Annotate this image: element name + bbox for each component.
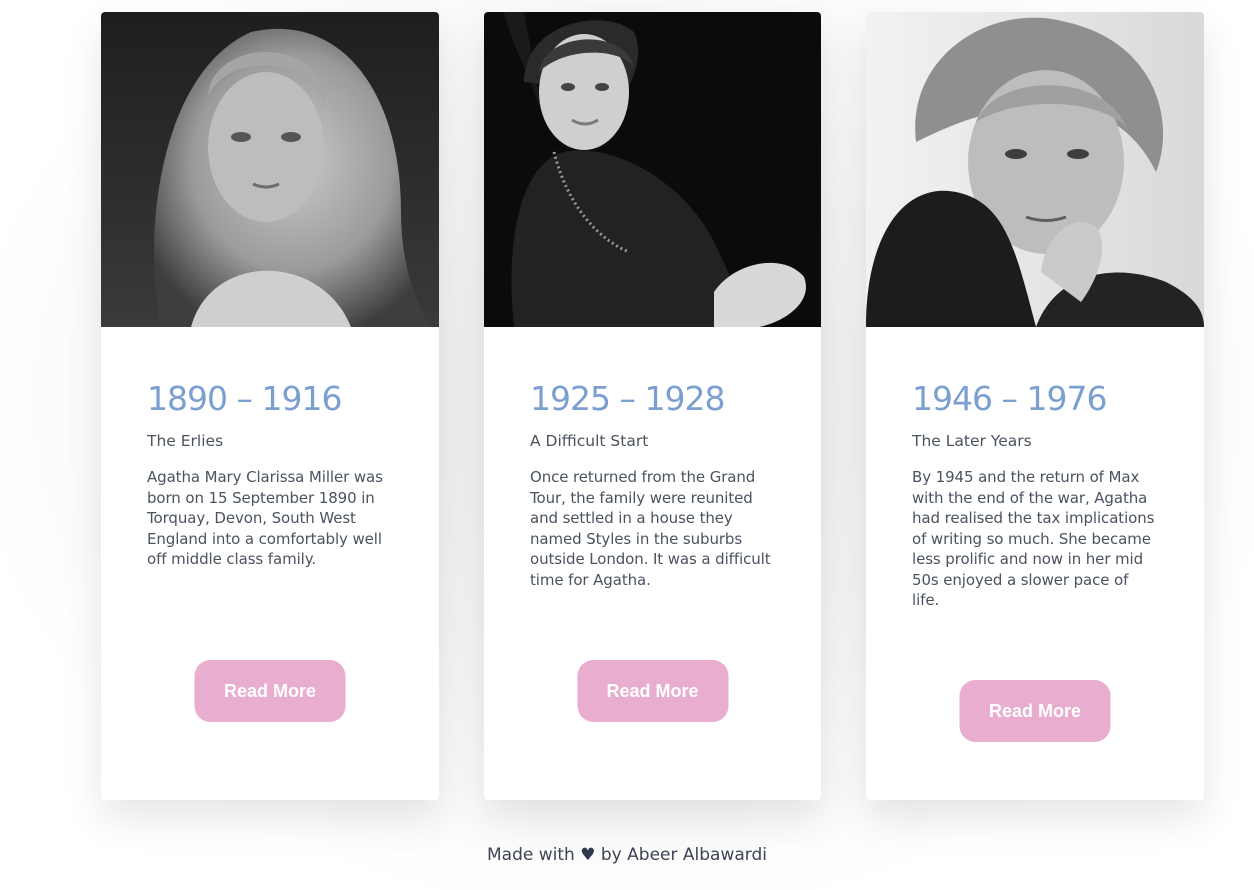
footer-prefix: Made with (487, 845, 575, 865)
timeline-card-1946: 1946 – 1976 The Later Years By 1945 and … (866, 12, 1204, 800)
read-more-button[interactable]: Read More (959, 680, 1111, 742)
card-description: By 1945 and the return of Max with the e… (912, 468, 1155, 609)
portrait-photo-young-woman (484, 12, 821, 327)
footer-author: by Abeer Albawardi (600, 845, 767, 865)
read-more-button[interactable]: Read More (194, 660, 346, 722)
card-subtitle: A Difficult Start (530, 432, 649, 450)
card-description: Agatha Mary Clarissa Miller was born on … (147, 468, 383, 568)
heart-icon: ♥ (580, 845, 596, 865)
read-more-button[interactable]: Read More (577, 660, 728, 722)
footer-credit: Made with ♥ by Abeer Albawardi (0, 845, 1254, 865)
card-subtitle: The Later Years (912, 432, 1032, 450)
card-years: 1925 – 1928 (530, 379, 725, 418)
card-years: 1946 – 1976 (912, 379, 1107, 418)
portrait-photo-young-girl (101, 12, 439, 327)
card-subtitle: The Erlies (147, 432, 224, 450)
card-years: 1890 – 1916 (147, 379, 342, 418)
card-description: Once returned from the Grand Tour, the f… (530, 468, 771, 589)
timeline-card-1925: 1925 – 1928 A Difficult Start Once retur… (484, 12, 821, 800)
timeline-page: 1890 – 1916 The Erlies Agatha Mary Clari… (0, 0, 1254, 890)
timeline-card-1890: 1890 – 1916 The Erlies Agatha Mary Clari… (101, 12, 439, 800)
portrait-photo-older-woman (866, 12, 1204, 327)
